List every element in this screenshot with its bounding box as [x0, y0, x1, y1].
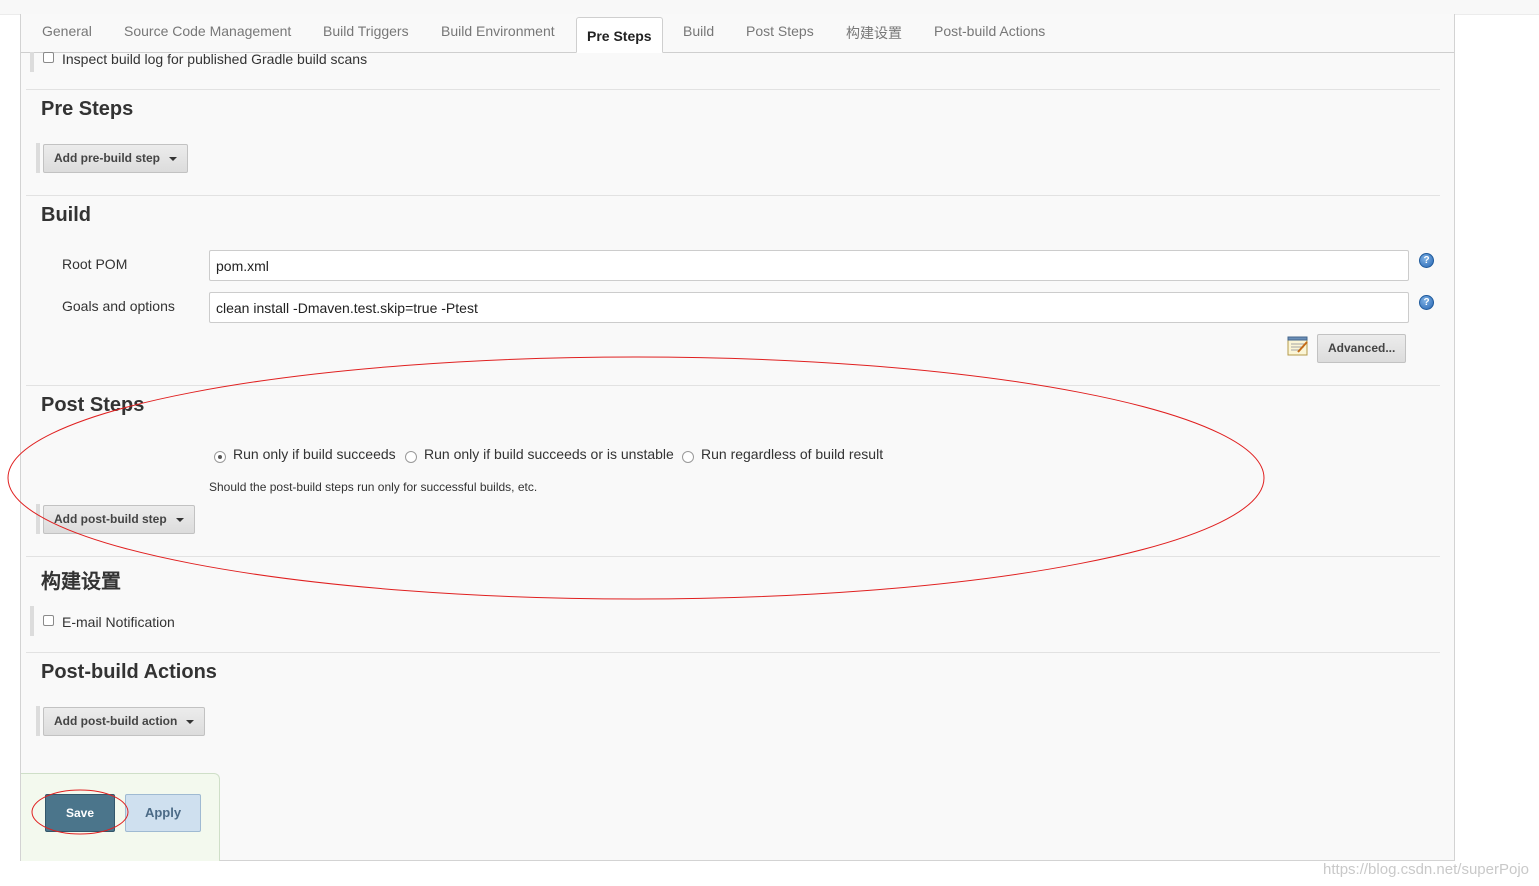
add-post-build-step-label: Add post-build step: [54, 512, 167, 526]
tab-source-code-management[interactable]: Source Code Management: [124, 23, 291, 39]
divider: [26, 556, 1440, 557]
section-left-bar: [36, 143, 40, 173]
tab-build-triggers[interactable]: Build Triggers: [323, 23, 409, 39]
tab-general[interactable]: General: [42, 23, 92, 39]
tab-post-build-actions[interactable]: Post-build Actions: [934, 23, 1045, 39]
build-title: Build: [41, 204, 91, 226]
apply-button[interactable]: Apply: [125, 794, 201, 832]
root-pom-input[interactable]: [209, 250, 1409, 281]
advanced-button[interactable]: Advanced...: [1317, 334, 1407, 363]
tab-pre-steps[interactable]: Pre Steps: [576, 17, 663, 53]
section-left-bar: [36, 504, 40, 534]
tab-build[interactable]: Build: [683, 23, 714, 39]
add-pre-build-step-label: Add pre-build step: [54, 151, 160, 165]
section-left-bar: [30, 52, 34, 72]
caret-down-icon: [169, 156, 177, 161]
goals-options-label: Goals and options: [62, 298, 175, 314]
goals-options-input[interactable]: [209, 292, 1409, 323]
inspect-gradle-label: Inspect build log for published Gradle b…: [62, 51, 368, 67]
tab-post-steps[interactable]: Post Steps: [746, 23, 814, 39]
email-notification-label: E-mail Notification: [62, 614, 175, 630]
save-button[interactable]: Save: [45, 794, 115, 832]
caret-down-icon: [186, 719, 195, 724]
help-icon[interactable]: ?: [1419, 295, 1434, 310]
post-steps-help-text: Should the post-build steps run only for…: [209, 480, 538, 494]
pre-steps-title: Pre Steps: [41, 98, 134, 120]
divider: [26, 89, 1440, 90]
section-left-bar: [36, 706, 40, 736]
radio-run-if-success-or-unstable-label: Run only if build succeeds or is unstabl…: [424, 446, 674, 462]
tab-build-environment[interactable]: Build Environment: [441, 23, 555, 39]
add-post-build-action-label: Add post-build action: [54, 714, 178, 728]
inspect-gradle-checkbox[interactable]: [43, 52, 54, 63]
divider: [26, 652, 1440, 653]
watermark: https://blog.csdn.net/superPojo: [1323, 861, 1529, 878]
tab-build-settings[interactable]: 构建设置: [846, 23, 902, 43]
section-left-bar: [30, 606, 34, 636]
radio-run-if-success[interactable]: [214, 451, 226, 463]
root-pom-label: Root POM: [62, 256, 128, 272]
help-icon[interactable]: ?: [1419, 253, 1434, 268]
divider: [26, 195, 1440, 196]
build-settings-title: 构建设置: [41, 571, 121, 593]
section-tab-bar: General Source Code Management Build Tri…: [21, 14, 1454, 53]
top-strip: [0, 0, 1539, 15]
job-config-panel: General Source Code Management Build Tri…: [20, 14, 1455, 861]
radio-run-if-success-label: Run only if build succeeds: [233, 446, 396, 462]
post-build-actions-title: Post-build Actions: [41, 661, 217, 683]
add-post-build-step-button[interactable]: Add post-build step: [43, 505, 195, 534]
radio-run-if-success-or-unstable[interactable]: [405, 451, 417, 463]
radio-run-regardless[interactable]: [682, 451, 694, 463]
divider: [26, 385, 1440, 386]
post-steps-title: Post Steps: [41, 394, 145, 416]
email-notification-checkbox[interactable]: [43, 615, 54, 626]
caret-down-icon: [175, 517, 184, 522]
radio-run-regardless-label: Run regardless of build result: [701, 446, 884, 462]
add-post-build-action-button[interactable]: Add post-build action: [43, 707, 206, 736]
notepad-icon[interactable]: [1287, 336, 1309, 356]
add-pre-build-step-button[interactable]: Add pre-build step: [43, 144, 188, 173]
